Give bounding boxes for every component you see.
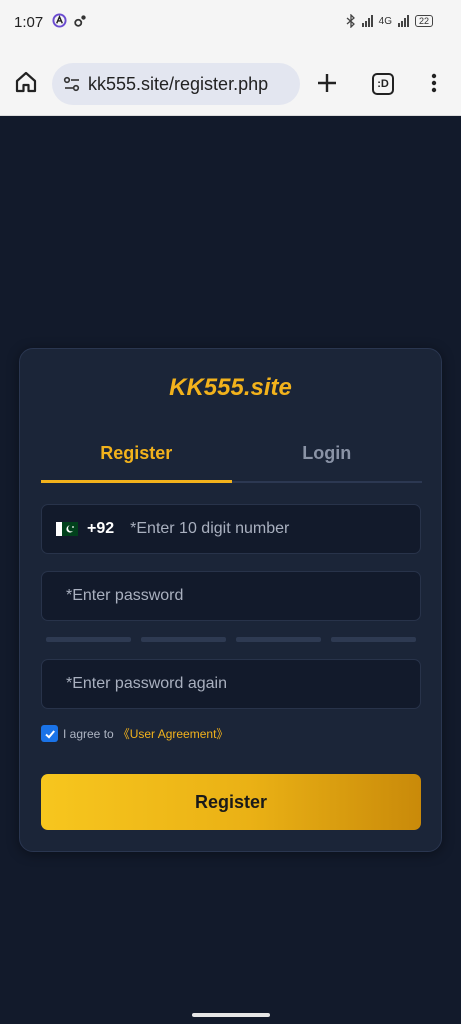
status-notification-icons <box>52 13 87 28</box>
checkmark-icon <box>44 729 55 739</box>
url-text[interactable]: kk555.site/register.php <box>88 74 268 95</box>
more-menu-icon[interactable] <box>425 72 443 94</box>
auth-tabs: Register Login <box>41 429 422 483</box>
user-agreement-link[interactable]: 《User Agreement》 <box>118 725 229 742</box>
address-bar[interactable]: kk555.site/register.php <box>52 63 300 105</box>
password-input[interactable] <box>66 587 396 605</box>
battery-icon: 22 <box>414 15 433 27</box>
settings-gear-icon <box>74 14 86 27</box>
strength-segment <box>141 637 226 642</box>
phone-field: +92 <box>41 504 421 554</box>
new-tab-icon[interactable] <box>316 72 338 94</box>
site-settings-icon[interactable] <box>62 74 82 94</box>
register-card: KK555.site Register Login +92 *Enter 10 … <box>19 348 442 852</box>
tab-register[interactable]: Register <box>41 429 232 483</box>
strength-segment <box>331 637 416 642</box>
home-icon[interactable] <box>14 70 38 94</box>
country-code[interactable]: +92 <box>87 520 114 538</box>
password-field <box>41 571 421 621</box>
gesture-navigation-bar[interactable] <box>192 1013 270 1017</box>
strength-segment <box>46 637 131 642</box>
confirm-password-field <box>41 659 421 709</box>
agree-label: I agree to <box>63 726 114 741</box>
notification-app-icon <box>52 13 67 28</box>
strength-segment <box>236 637 321 642</box>
status-system-icons: 4G 22 <box>346 14 433 28</box>
password-strength-meter <box>46 637 416 642</box>
agree-checkbox[interactable] <box>41 725 58 742</box>
site-brand: KK555.site <box>169 374 292 401</box>
tab-switcher-button[interactable]: :D <box>372 73 394 95</box>
tab-login[interactable]: Login <box>232 429 423 481</box>
signal-icon <box>361 15 373 27</box>
confirm-password-input[interactable] <box>66 675 396 693</box>
browser-toolbar: kk555.site/register.php :D <box>0 46 461 116</box>
status-time: 1:07 <box>14 14 44 31</box>
pakistan-flag-icon[interactable] <box>56 522 78 536</box>
status-bar: 1:07 4G 22 <box>0 0 461 46</box>
register-submit-button[interactable]: Register <box>41 774 421 830</box>
bluetooth-icon <box>346 14 355 28</box>
phone-input[interactable] <box>130 520 391 538</box>
agreement-row: I agree to 《User Agreement》 <box>41 725 228 742</box>
network-type-label: 4G <box>378 15 392 27</box>
signal-icon-2 <box>397 15 409 27</box>
